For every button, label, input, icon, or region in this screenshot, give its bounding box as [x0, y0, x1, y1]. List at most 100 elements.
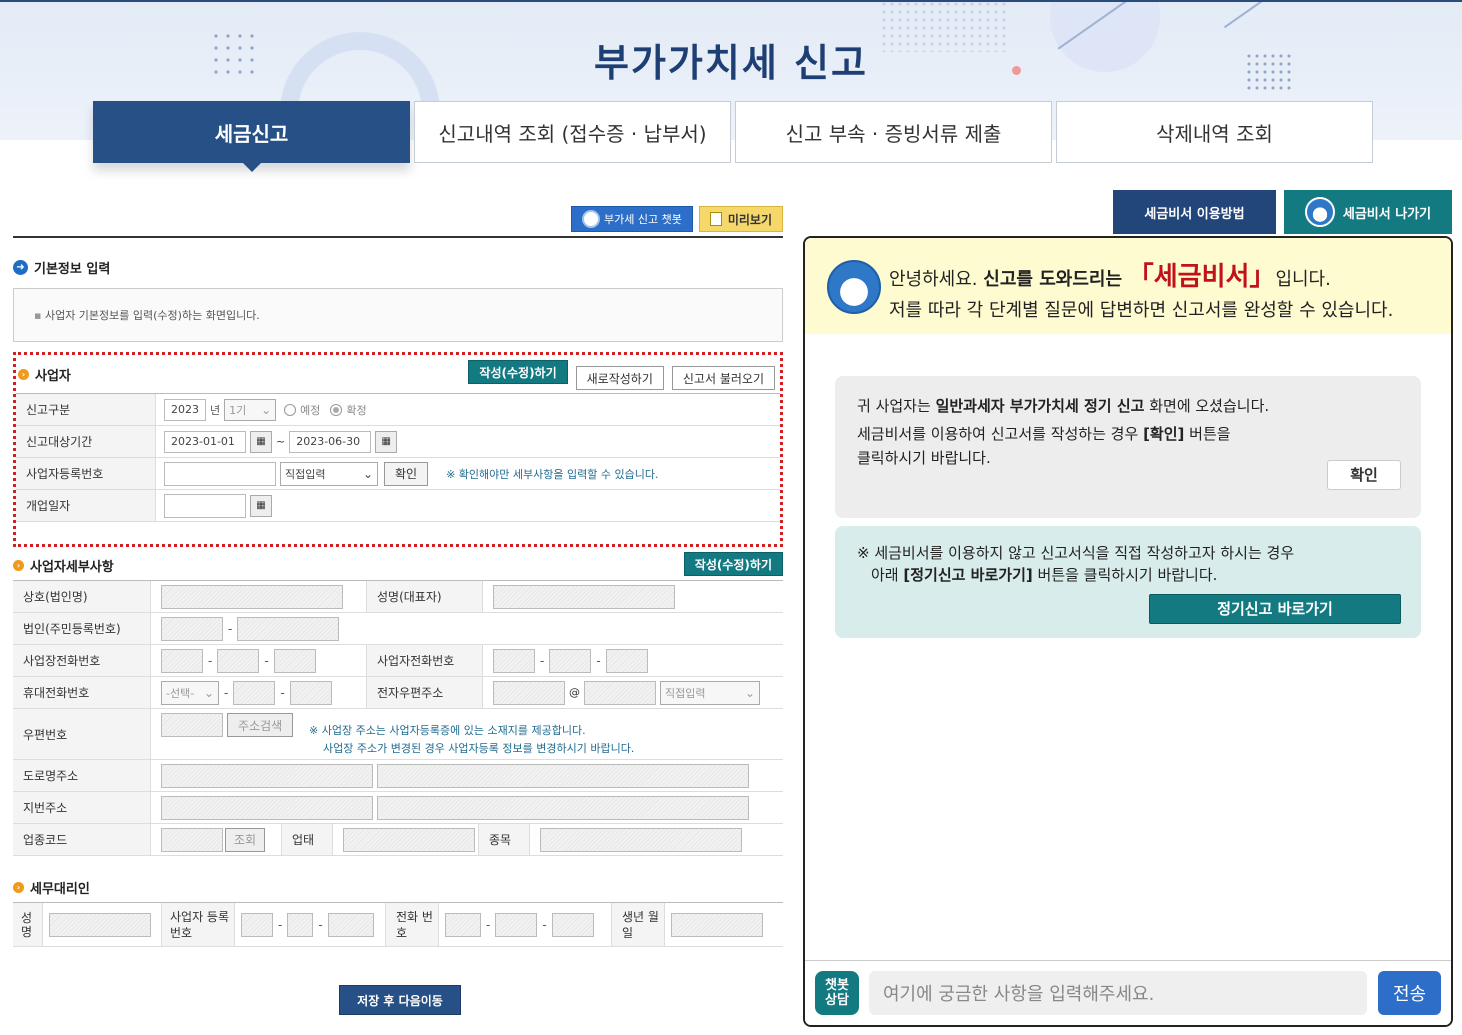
load-return-button[interactable]: 신고서 불러오기	[671, 366, 775, 390]
zip-note-2: 사업장 주소가 변경된 경우 사업자등록 정보를 변경하시기 바랍니다.	[323, 742, 635, 755]
tab-filing-history[interactable]: 신고내역 조회 (접수증 · 납부서)	[414, 101, 731, 163]
agent-regno-input-1	[241, 912, 273, 937]
chatbot-consult-icon[interactable]: 챗봇 상담	[815, 971, 859, 1015]
regno-input[interactable]	[164, 461, 276, 486]
assistant-chat-panel: 안녕하세요. 신고를 도와드리는 「세금비서」입니다. 저를 따라 각 단계별 …	[803, 236, 1453, 1027]
industry-label: 업종코드	[13, 824, 151, 855]
name-row: 상호(법인명) 성명(대표자)	[13, 581, 783, 613]
mobile-input-3	[289, 680, 332, 705]
radio-final-label: 확정	[346, 403, 367, 417]
mobile-input-2	[233, 680, 276, 705]
detail-heading: › 사업자세부사항	[13, 556, 114, 575]
open-date-input[interactable]	[164, 493, 246, 518]
item-input	[540, 827, 742, 852]
calendar-icon[interactable]: ▦	[375, 430, 398, 453]
chat-input[interactable]: 여기에 궁금한 사항을 입력해주세요.	[869, 971, 1367, 1015]
date-to-input[interactable]: 2023-06-30	[289, 430, 372, 453]
phone2-input-2	[549, 648, 592, 673]
chatbot-button-label: 부가세 신고 챗봇	[603, 213, 682, 226]
agent-title: 세무대리인	[30, 882, 90, 897]
business-title: 사업자	[35, 369, 71, 384]
bullet-icon: ›	[13, 560, 24, 571]
mobile-label: 휴대전화번호	[13, 677, 151, 708]
jibun-address-row: 지번주소	[13, 792, 783, 824]
road-address-label: 도로명주소	[13, 760, 151, 791]
agent-birth-input	[671, 912, 763, 937]
date-from-input[interactable]: 2023-01-01	[164, 430, 246, 453]
message-line-2: 아래 [정기신고 바로가기] 버튼을 클릭하시기 바랍니다.	[857, 564, 1399, 586]
email-at: @	[569, 686, 580, 699]
regno-row: 사업자등록번호 직접입력 확인 ※ 확인해야만 세부사항을 입력할 수 있습니다…	[16, 458, 780, 490]
name-input	[161, 584, 343, 609]
message-line-3: 클릭하시기 바랍니다.	[857, 449, 991, 467]
info-box: ▪ 사업자 기본정보를 입력(수정)하는 화면입니다.	[13, 288, 783, 342]
agent-phone-input-3	[551, 912, 594, 937]
open-date-label: 개업일자	[16, 490, 156, 521]
corp-no-row: 법인(주민등록번호) -	[13, 613, 783, 645]
open-date-row: 개업일자 ▦	[16, 490, 780, 522]
agent-phone-input-1	[445, 912, 481, 937]
regno-confirm-button[interactable]: 확인	[384, 461, 429, 486]
mascot-icon	[827, 260, 881, 314]
email-domain-input	[584, 680, 656, 705]
mobile-row: 휴대전화번호 -선택-- - 전자우편주소 @ 직접입력	[13, 677, 783, 709]
save-next-button[interactable]: 저장 후 다음이동	[339, 985, 461, 1015]
zip-input	[161, 713, 223, 737]
send-button[interactable]: 전송	[1378, 971, 1441, 1015]
filing-type-row: 신고구분 2023 년 1기 예정 확정	[16, 394, 780, 426]
filing-period-row: 신고대상기간 2023-01-01 ▦ ~ 2023-06-30 ▦	[16, 426, 780, 458]
email-id-input	[493, 680, 565, 705]
msg-bold: [확인]	[1143, 425, 1185, 443]
edit-business-button[interactable]: 작성(수정)하기	[468, 360, 568, 384]
jibun-address-input-1	[161, 795, 373, 820]
road-address-row: 도로명주소	[13, 760, 783, 792]
radio-final[interactable]	[330, 403, 343, 416]
mobile-select: -선택-	[161, 680, 219, 705]
msg-text: 귀 사업자는	[857, 397, 931, 415]
calendar-icon[interactable]: ▦	[250, 494, 272, 517]
industry-lookup-button: 조회	[225, 827, 266, 852]
arrow-right-icon: ➜	[13, 260, 28, 275]
regular-filing-shortcut-button[interactable]: 정기신고 바로가기	[1149, 594, 1401, 624]
agent-name-input	[49, 912, 151, 937]
open-date-fields: ▦	[156, 493, 272, 518]
regno-fields: 직접입력 확인 ※ 확인해야만 세부사항을 입력할 수 있습니다.	[156, 461, 658, 486]
regno-select[interactable]: 직접입력	[280, 461, 378, 486]
filing-period-fields: 2023-01-01 ▦ ~ 2023-06-30 ▦	[156, 430, 398, 453]
document-icon	[709, 212, 722, 226]
assistant-howto-button[interactable]: 세금비서 이용방법	[1113, 190, 1276, 234]
business-heading: › 사업자	[18, 365, 71, 384]
year-unit: 년	[210, 403, 221, 417]
biz-type-label: 업태	[281, 824, 333, 855]
business-actions: 작성(수정)하기 새로작성하기 신고서 불러오기	[468, 360, 775, 390]
edit-detail-button[interactable]: 작성(수정)하기	[683, 552, 783, 576]
assistant-confirm-button[interactable]: 확인	[1327, 460, 1401, 490]
tab-deleted-history[interactable]: 삭제내역 조회	[1056, 101, 1373, 163]
industry-code-input	[161, 827, 223, 852]
page-title: 부가가치세 신고	[594, 41, 868, 85]
calendar-icon[interactable]: ▦	[250, 430, 272, 453]
zip-note-1: ※ 사업장 주소는 사업자등록증에 있는 소재지를 제공합니다.	[309, 724, 586, 737]
email-domain-select: 직접입력	[660, 680, 760, 705]
bullet-icon: ›	[13, 882, 24, 893]
vat-chatbot-button[interactable]: 부가세 신고 챗봇	[570, 206, 693, 232]
email-label: 전자우편주소	[366, 677, 483, 708]
radio-expected-label: 예정	[300, 403, 321, 417]
preview-button[interactable]: 미리보기	[698, 206, 783, 232]
assistant-message: ※ 세금비서를 이용하지 않고 신고서식을 직접 작성하고자 하시는 경우 아래…	[835, 526, 1421, 638]
year-input[interactable]: 2023	[164, 398, 206, 421]
assistant-exit-button[interactable]: 세금비서 나가기	[1284, 190, 1452, 234]
msg-text: 버튼을	[1189, 425, 1231, 443]
tab-tax-filing[interactable]: 세금신고	[93, 101, 410, 172]
greeting-banner: 안녕하세요. 신고를 도와드리는 「세금비서」입니다. 저를 따라 각 단계별 …	[805, 238, 1451, 334]
filing-type-label: 신고구분	[16, 394, 156, 425]
chatbot-icon	[581, 210, 600, 228]
new-write-button[interactable]: 새로작성하기	[575, 366, 664, 390]
period-select[interactable]: 1기	[224, 398, 277, 421]
message-line-2: 세금비서를 이용하여 신고서를 작성하는 경우 [확인] 버튼을	[857, 422, 1399, 446]
tab-attachments[interactable]: 신고 부속 · 증빙서류 제출	[735, 101, 1052, 163]
msg-text: 세금비서를 이용하여 신고서를 작성하는 경우	[857, 425, 1139, 443]
regno-label: 사업자등록번호	[16, 458, 156, 489]
phone2-input-1	[493, 648, 535, 673]
radio-expected[interactable]	[284, 403, 297, 416]
